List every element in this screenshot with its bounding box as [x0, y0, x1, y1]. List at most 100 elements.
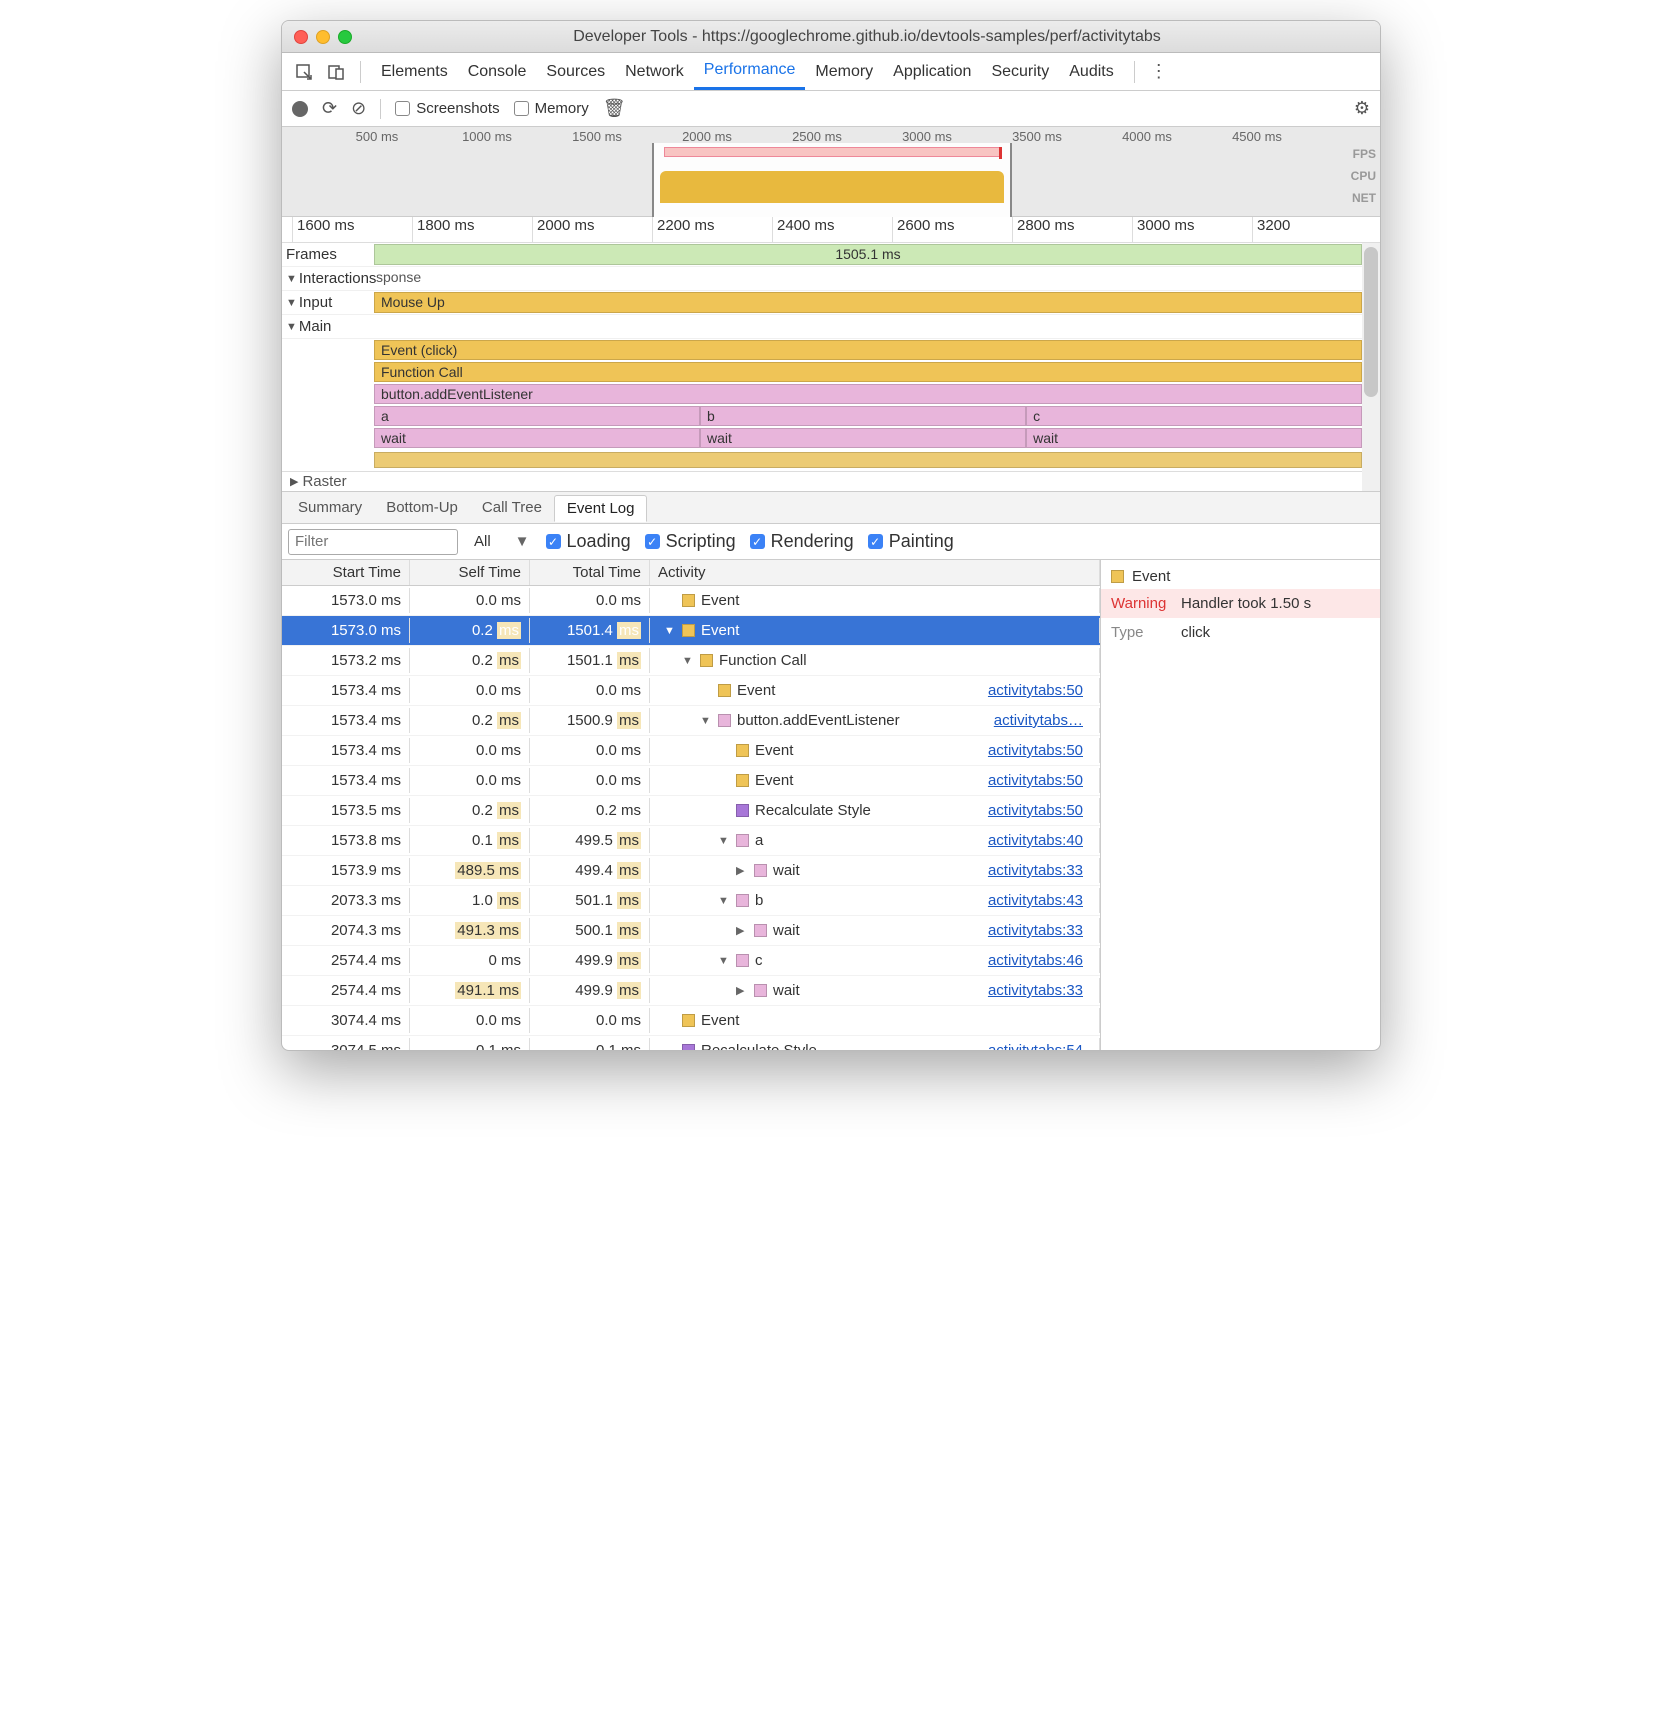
- table-row[interactable]: 1573.4 ms0.2 ms1500.9 ms▼button.addEvent…: [282, 706, 1100, 736]
- filter-input[interactable]: [288, 529, 458, 555]
- source-link[interactable]: activitytabs:50: [988, 802, 1091, 819]
- table-row[interactable]: 1573.4 ms0.0 ms0.0 msEventactivitytabs:5…: [282, 766, 1100, 796]
- source-link[interactable]: activitytabs…: [994, 712, 1091, 729]
- ruler: 1600 ms1800 ms2000 ms2200 ms2400 ms2600 …: [282, 217, 1380, 243]
- table-header: Start Time Self Time Total Time Activity: [282, 560, 1100, 586]
- tab-audits[interactable]: Audits: [1059, 53, 1123, 90]
- source-link[interactable]: activitytabs:46: [988, 952, 1091, 969]
- activity-color-icon: [754, 924, 767, 937]
- source-link[interactable]: activitytabs:50: [988, 772, 1091, 789]
- flame-wait-c[interactable]: wait: [1026, 428, 1362, 448]
- tab-performance[interactable]: Performance: [694, 53, 806, 90]
- table-row[interactable]: 1573.4 ms0.0 ms0.0 msEventactivitytabs:5…: [282, 676, 1100, 706]
- trash-icon[interactable]: 🗑: [603, 98, 626, 119]
- flame-wait-a[interactable]: wait: [374, 428, 700, 448]
- subtab-call-tree[interactable]: Call Tree: [470, 495, 554, 520]
- close-icon[interactable]: [294, 30, 308, 44]
- source-link[interactable]: activitytabs:43: [988, 892, 1091, 909]
- flame-b[interactable]: b: [700, 406, 1026, 426]
- table-row[interactable]: 1573.4 ms0.0 ms0.0 msEventactivitytabs:5…: [282, 736, 1100, 766]
- gear-icon[interactable]: ⚙: [1354, 98, 1370, 119]
- col-self-time[interactable]: Self Time: [410, 560, 530, 585]
- filter-loading[interactable]: ✓Loading: [546, 531, 631, 552]
- overview-viewport[interactable]: [652, 143, 1012, 217]
- flame-a[interactable]: a: [374, 406, 700, 426]
- tab-memory[interactable]: Memory: [805, 53, 883, 90]
- activity-color-icon: [736, 744, 749, 757]
- activity-color-icon: [736, 774, 749, 787]
- clear-icon[interactable]: ⊘: [351, 98, 366, 119]
- main-track-label[interactable]: ▼Main: [282, 315, 374, 338]
- screenshots-checkbox[interactable]: Screenshots: [395, 100, 499, 117]
- flame-addeventlistener[interactable]: button.addEventListener: [374, 384, 1362, 404]
- table-row[interactable]: 2574.4 ms0 ms499.9 ms▼cactivitytabs:46: [282, 946, 1100, 976]
- minimize-icon[interactable]: [316, 30, 330, 44]
- tab-elements[interactable]: Elements: [371, 53, 458, 90]
- device-toggle-icon[interactable]: [322, 58, 350, 86]
- flame-microtasks[interactable]: [374, 452, 1362, 468]
- scrollbar[interactable]: [1362, 243, 1380, 491]
- activity-color-icon: [682, 1014, 695, 1027]
- source-link[interactable]: activitytabs:40: [988, 832, 1091, 849]
- filter-rendering[interactable]: ✓Rendering: [750, 531, 854, 552]
- flame-function-call[interactable]: Function Call: [374, 362, 1362, 382]
- overview-timeline[interactable]: 500 ms1000 ms1500 ms2000 ms2500 ms3000 m…: [282, 127, 1380, 217]
- table-row[interactable]: 1573.5 ms0.2 ms0.2 msRecalculate Styleac…: [282, 796, 1100, 826]
- table-row[interactable]: 3074.4 ms0.0 ms0.0 msEvent: [282, 1006, 1100, 1036]
- filter-row: All▼ ✓Loading ✓Scripting ✓Rendering ✓Painti…: [282, 524, 1380, 560]
- window-title: Developer Tools - https://googlechrome.g…: [366, 28, 1368, 46]
- table-row[interactable]: 1573.0 ms0.0 ms0.0 msEvent: [282, 586, 1100, 616]
- detail-header: Event: [1101, 560, 1380, 589]
- record-button[interactable]: [292, 101, 308, 117]
- tab-sources[interactable]: Sources: [536, 53, 615, 90]
- input-track-label[interactable]: ▼Input: [282, 291, 374, 314]
- col-start-time[interactable]: Start Time: [282, 560, 410, 585]
- table-row[interactable]: 2074.3 ms491.3 ms500.1 ms▶waitactivityta…: [282, 916, 1100, 946]
- filter-scripting[interactable]: ✓Scripting: [645, 531, 736, 552]
- flame-wait-b[interactable]: wait: [700, 428, 1026, 448]
- frames-track-label: Frames: [282, 243, 374, 266]
- activity-color-icon: [682, 1044, 695, 1050]
- subtab-summary[interactable]: Summary: [286, 495, 374, 520]
- source-link[interactable]: activitytabs:33: [988, 862, 1091, 879]
- zoom-icon[interactable]: [338, 30, 352, 44]
- table-row[interactable]: 2073.3 ms1.0 ms501.1 ms▼bactivitytabs:43: [282, 886, 1100, 916]
- table-row[interactable]: 1573.0 ms0.2 ms1501.4 ms▼Event: [282, 616, 1100, 646]
- interactions-track-label[interactable]: ▼Interactions: [282, 267, 374, 290]
- source-link[interactable]: activitytabs:33: [988, 922, 1091, 939]
- table-row[interactable]: 2574.4 ms491.1 ms499.9 ms▶waitactivityta…: [282, 976, 1100, 1006]
- source-link[interactable]: activitytabs:50: [988, 742, 1091, 759]
- subtab-event-log[interactable]: Event Log: [554, 495, 648, 522]
- col-activity[interactable]: Activity: [650, 560, 1100, 585]
- activity-color-icon: [736, 954, 749, 967]
- flame-c[interactable]: c: [1026, 406, 1362, 426]
- table-row[interactable]: 1573.9 ms489.5 ms499.4 ms▶waitactivityta…: [282, 856, 1100, 886]
- flame-tracks[interactable]: Frames 1505.1 ms ▼Interactions sponse ▼I…: [282, 243, 1380, 492]
- activity-color-icon: [736, 804, 749, 817]
- source-link[interactable]: activitytabs:54: [988, 1042, 1091, 1050]
- table-row[interactable]: 1573.2 ms0.2 ms1501.1 ms▼Function Call: [282, 646, 1100, 676]
- table-row[interactable]: 3074.5 ms0.1 ms0.1 msRecalculate Styleac…: [282, 1036, 1100, 1050]
- duration-filter[interactable]: All▼: [468, 533, 536, 550]
- inspect-icon[interactable]: [290, 58, 318, 86]
- tab-security[interactable]: Security: [981, 53, 1059, 90]
- memory-checkbox[interactable]: Memory: [514, 100, 589, 117]
- input-event-bar[interactable]: Mouse Up: [374, 292, 1362, 313]
- flame-event-click[interactable]: Event (click): [374, 340, 1362, 360]
- raster-track-label[interactable]: ▶Raster: [282, 471, 1362, 491]
- type-row: Type click: [1101, 618, 1380, 647]
- tab-console[interactable]: Console: [458, 53, 537, 90]
- tab-application[interactable]: Application: [883, 53, 981, 90]
- filter-painting[interactable]: ✓Painting: [868, 531, 954, 552]
- frame-bar[interactable]: 1505.1 ms: [374, 244, 1362, 265]
- source-link[interactable]: activitytabs:33: [988, 982, 1091, 999]
- tab-network[interactable]: Network: [615, 53, 694, 90]
- window-controls: [294, 30, 352, 44]
- subtab-bottom-up[interactable]: Bottom-Up: [374, 495, 470, 520]
- reload-icon[interactable]: ⟳: [322, 98, 337, 119]
- source-link[interactable]: activitytabs:50: [988, 682, 1091, 699]
- col-total-time[interactable]: Total Time: [530, 560, 650, 585]
- activity-color-icon: [754, 864, 767, 877]
- table-row[interactable]: 1573.8 ms0.1 ms499.5 ms▼aactivitytabs:40: [282, 826, 1100, 856]
- kebab-icon[interactable]: ⋮: [1145, 58, 1173, 86]
